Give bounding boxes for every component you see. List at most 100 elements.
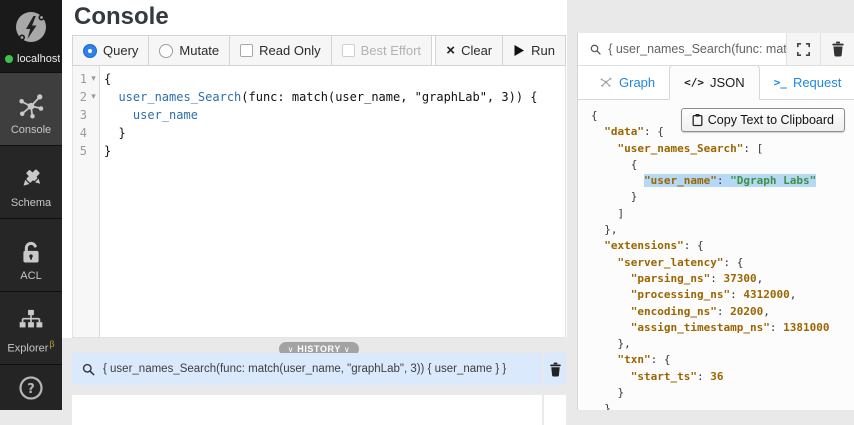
trash-icon	[831, 41, 844, 57]
search-icon	[82, 363, 95, 375]
json-line: }	[591, 386, 625, 400]
fold-arrow-icon[interactable]: ▾	[87, 88, 100, 106]
editor-line[interactable]: 5}	[73, 142, 565, 160]
line-number: 2	[79, 90, 87, 104]
json-line: },	[591, 337, 631, 351]
run-button-label: Run	[531, 43, 555, 58]
mutate-radio-option[interactable]: Mutate	[148, 35, 231, 66]
json-line: "txn": {	[617, 353, 671, 367]
tab-request[interactable]: >_ Request	[760, 65, 854, 99]
trash-icon	[549, 362, 561, 376]
code-text: {	[104, 72, 112, 86]
query-toolbar: Query Mutate Read Only Best Effort × Cle…	[72, 35, 566, 66]
svg-text:?: ?	[27, 382, 35, 397]
json-line: "user_names_Search": [	[617, 141, 764, 155]
server-status-dot	[5, 55, 13, 63]
terminal-prompt-icon: >_	[773, 75, 787, 89]
help-icon: ?	[19, 375, 43, 400]
clear-x-icon: ×	[446, 42, 456, 59]
results-query-text: { user_names_Search(func: match(...	[608, 42, 786, 56]
mutate-radio-label: Mutate	[179, 43, 220, 58]
tab-graph[interactable]: Graph	[585, 65, 669, 99]
explorer-hierarchy-icon	[17, 307, 45, 335]
fold-gutter	[87, 106, 100, 124]
run-button[interactable]: Run	[502, 35, 566, 66]
editor-line[interactable]: 2 ▾ user_names_Search(func: match(user_na…	[73, 88, 565, 106]
sidebar-item-console[interactable]: Console	[0, 73, 62, 146]
best-effort-checkbox-option[interactable]: Best Effort	[330, 35, 433, 66]
history-query[interactable]: { user_names_Search(func: match(user_nam…	[72, 353, 542, 385]
highlighted-json-value: "user_name": "Dgraph Labs"	[643, 174, 817, 188]
editor-line[interactable]: 3 user_name	[73, 106, 565, 124]
json-line: }	[591, 402, 611, 410]
query-radio[interactable]	[83, 43, 97, 58]
code-text: }	[104, 144, 112, 158]
json-output: Copy Text to Clipboard { "data": { "user…	[578, 100, 854, 410]
editor-line[interactable]: 4 }	[73, 124, 565, 142]
sidebar-item-label: Console	[10, 124, 52, 136]
line-number: 1	[79, 72, 87, 86]
fold-arrow-icon[interactable]: ▾	[87, 70, 100, 88]
sidebar-item-label: Explorerβ	[7, 339, 55, 355]
code-text: user_names_Search(func: match(user_name,…	[118, 90, 538, 104]
beta-badge: β	[49, 339, 55, 350]
fullscreen-icon	[797, 42, 810, 56]
sidebar-item-explorer[interactable]: Explorerβ	[0, 292, 62, 365]
json-line: {	[591, 157, 638, 171]
json-line: }	[591, 190, 638, 204]
schema-pencils-icon	[17, 165, 45, 193]
play-icon	[514, 45, 525, 56]
server-name: localhost	[17, 53, 61, 65]
history-query-text: { user_names_Search(func: match(user_nam…	[103, 363, 507, 375]
history-query[interactable]	[72, 395, 542, 425]
json-line: "server_latency": {	[617, 255, 744, 269]
results-query-display[interactable]: { user_names_Search(func: match(...	[578, 33, 786, 65]
query-radio-option[interactable]: Query	[72, 35, 150, 66]
json-line: "extensions": {	[604, 239, 704, 253]
line-number: 3	[79, 108, 87, 122]
clear-button[interactable]: × Clear	[435, 35, 504, 66]
json-line: "parsing_ns": 37300,	[630, 271, 764, 285]
code-text: user_name	[132, 108, 198, 122]
fullscreen-button[interactable]	[786, 33, 820, 65]
editor-line[interactable]: 1 ▾ {	[73, 70, 565, 88]
graph-icon	[600, 77, 612, 87]
sidebar: localhost Console Schema ACL Explorerβ ?	[0, 0, 62, 410]
tab-json[interactable]: </> JSON	[669, 65, 760, 100]
json-line: ]	[591, 206, 625, 220]
best-effort-checkbox[interactable]	[341, 44, 355, 57]
clear-button-label: Clear	[461, 43, 493, 58]
best-effort-label: Best Effort	[360, 43, 422, 58]
delete-history-entry-button[interactable]	[544, 353, 566, 385]
console-graph-icon	[16, 90, 46, 120]
query-editor[interactable]: 1 ▾ {2 ▾ user_names_Search(func: match(user…	[72, 66, 566, 338]
tab-json-label: JSON	[710, 75, 745, 90]
results-tab-bar: Graph </> JSON >_ Request	[578, 65, 854, 100]
sidebar-item-label: Schema	[10, 197, 52, 209]
sidebar-item-acl[interactable]: ACL	[0, 219, 62, 292]
line-number: 5	[79, 144, 87, 158]
fold-gutter	[87, 142, 100, 160]
history-entry-selected[interactable]: { user_names_Search(func: match(user_nam…	[72, 353, 566, 385]
query-radio-label: Query	[103, 43, 139, 58]
json-line: "start_ts": 36	[630, 369, 724, 383]
help-button[interactable]: ?	[0, 365, 62, 410]
fold-gutter	[87, 124, 100, 142]
results-query-bar: { user_names_Search(func: match(...	[578, 33, 854, 66]
read-only-label: Read Only	[259, 43, 321, 58]
clear-results-button[interactable]	[820, 33, 854, 65]
code-icon: </>	[684, 76, 705, 89]
sidebar-item-server[interactable]: localhost	[0, 0, 62, 73]
read-only-checkbox-option[interactable]: Read Only	[229, 35, 332, 66]
json-line: "user_name": "Dgraph Labs"	[591, 173, 854, 189]
results-panel: { user_names_Search(func: match(...	[577, 33, 854, 410]
code-text: }	[104, 126, 126, 140]
clipboard-icon	[692, 114, 703, 127]
history-entry[interactable]	[72, 395, 566, 425]
page-title: Console	[74, 3, 169, 30]
delete-history-entry-button[interactable]	[544, 395, 566, 425]
copy-to-clipboard-button[interactable]: Copy Text to Clipboard	[680, 108, 845, 133]
read-only-checkbox[interactable]	[240, 44, 254, 57]
mutate-radio[interactable]	[159, 43, 174, 58]
sidebar-item-schema[interactable]: Schema	[0, 146, 62, 219]
